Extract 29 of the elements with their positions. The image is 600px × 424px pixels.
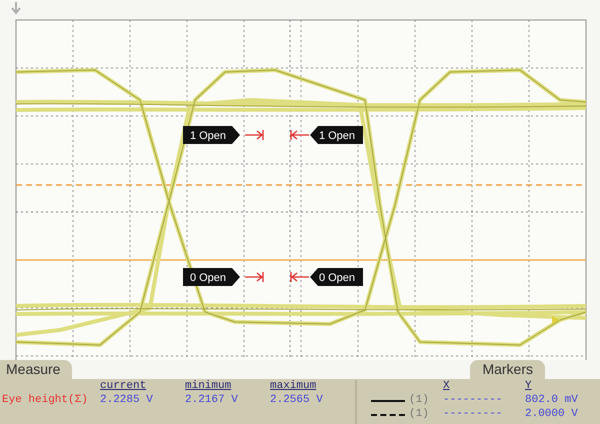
marker-y-value: 2.0000 V (525, 408, 579, 422)
measurement-name: Eye height(Σ) (2, 394, 89, 408)
marker-x-value: --------- (443, 394, 504, 408)
arrow-icon (244, 129, 264, 141)
open-label: 0 Open (183, 268, 240, 286)
trigger-marker-icon (552, 316, 560, 324)
open-label: 1 Open (183, 126, 240, 144)
arrow-icon (244, 271, 264, 283)
line-style-icon (371, 414, 405, 416)
ground-marker-icon (11, 1, 21, 15)
marker-source: (1) (409, 408, 430, 422)
column-header: maximum (270, 380, 318, 394)
markers-tab[interactable]: Markers (470, 360, 545, 379)
measure-tab[interactable]: Measure (0, 360, 72, 379)
measurement-value: 2.2285 V (100, 394, 154, 408)
arrow-icon (290, 129, 310, 141)
open-label: 0 Open (310, 268, 363, 286)
measurement-value: 2.2565 V (270, 394, 324, 408)
column-header: X (443, 380, 451, 394)
line-style-icon (371, 400, 405, 402)
open-label: 1 Open (310, 126, 363, 144)
arrow-icon (290, 271, 310, 283)
column-header: current (100, 380, 148, 394)
measurement-value: 2.2167 V (185, 394, 239, 408)
column-header: minimum (185, 380, 232, 394)
marker-x-value: --------- (443, 408, 504, 422)
column-header: Y (525, 380, 533, 394)
marker-y-value: 802.0 mV (525, 394, 579, 408)
marker-source: (1) (409, 394, 430, 408)
